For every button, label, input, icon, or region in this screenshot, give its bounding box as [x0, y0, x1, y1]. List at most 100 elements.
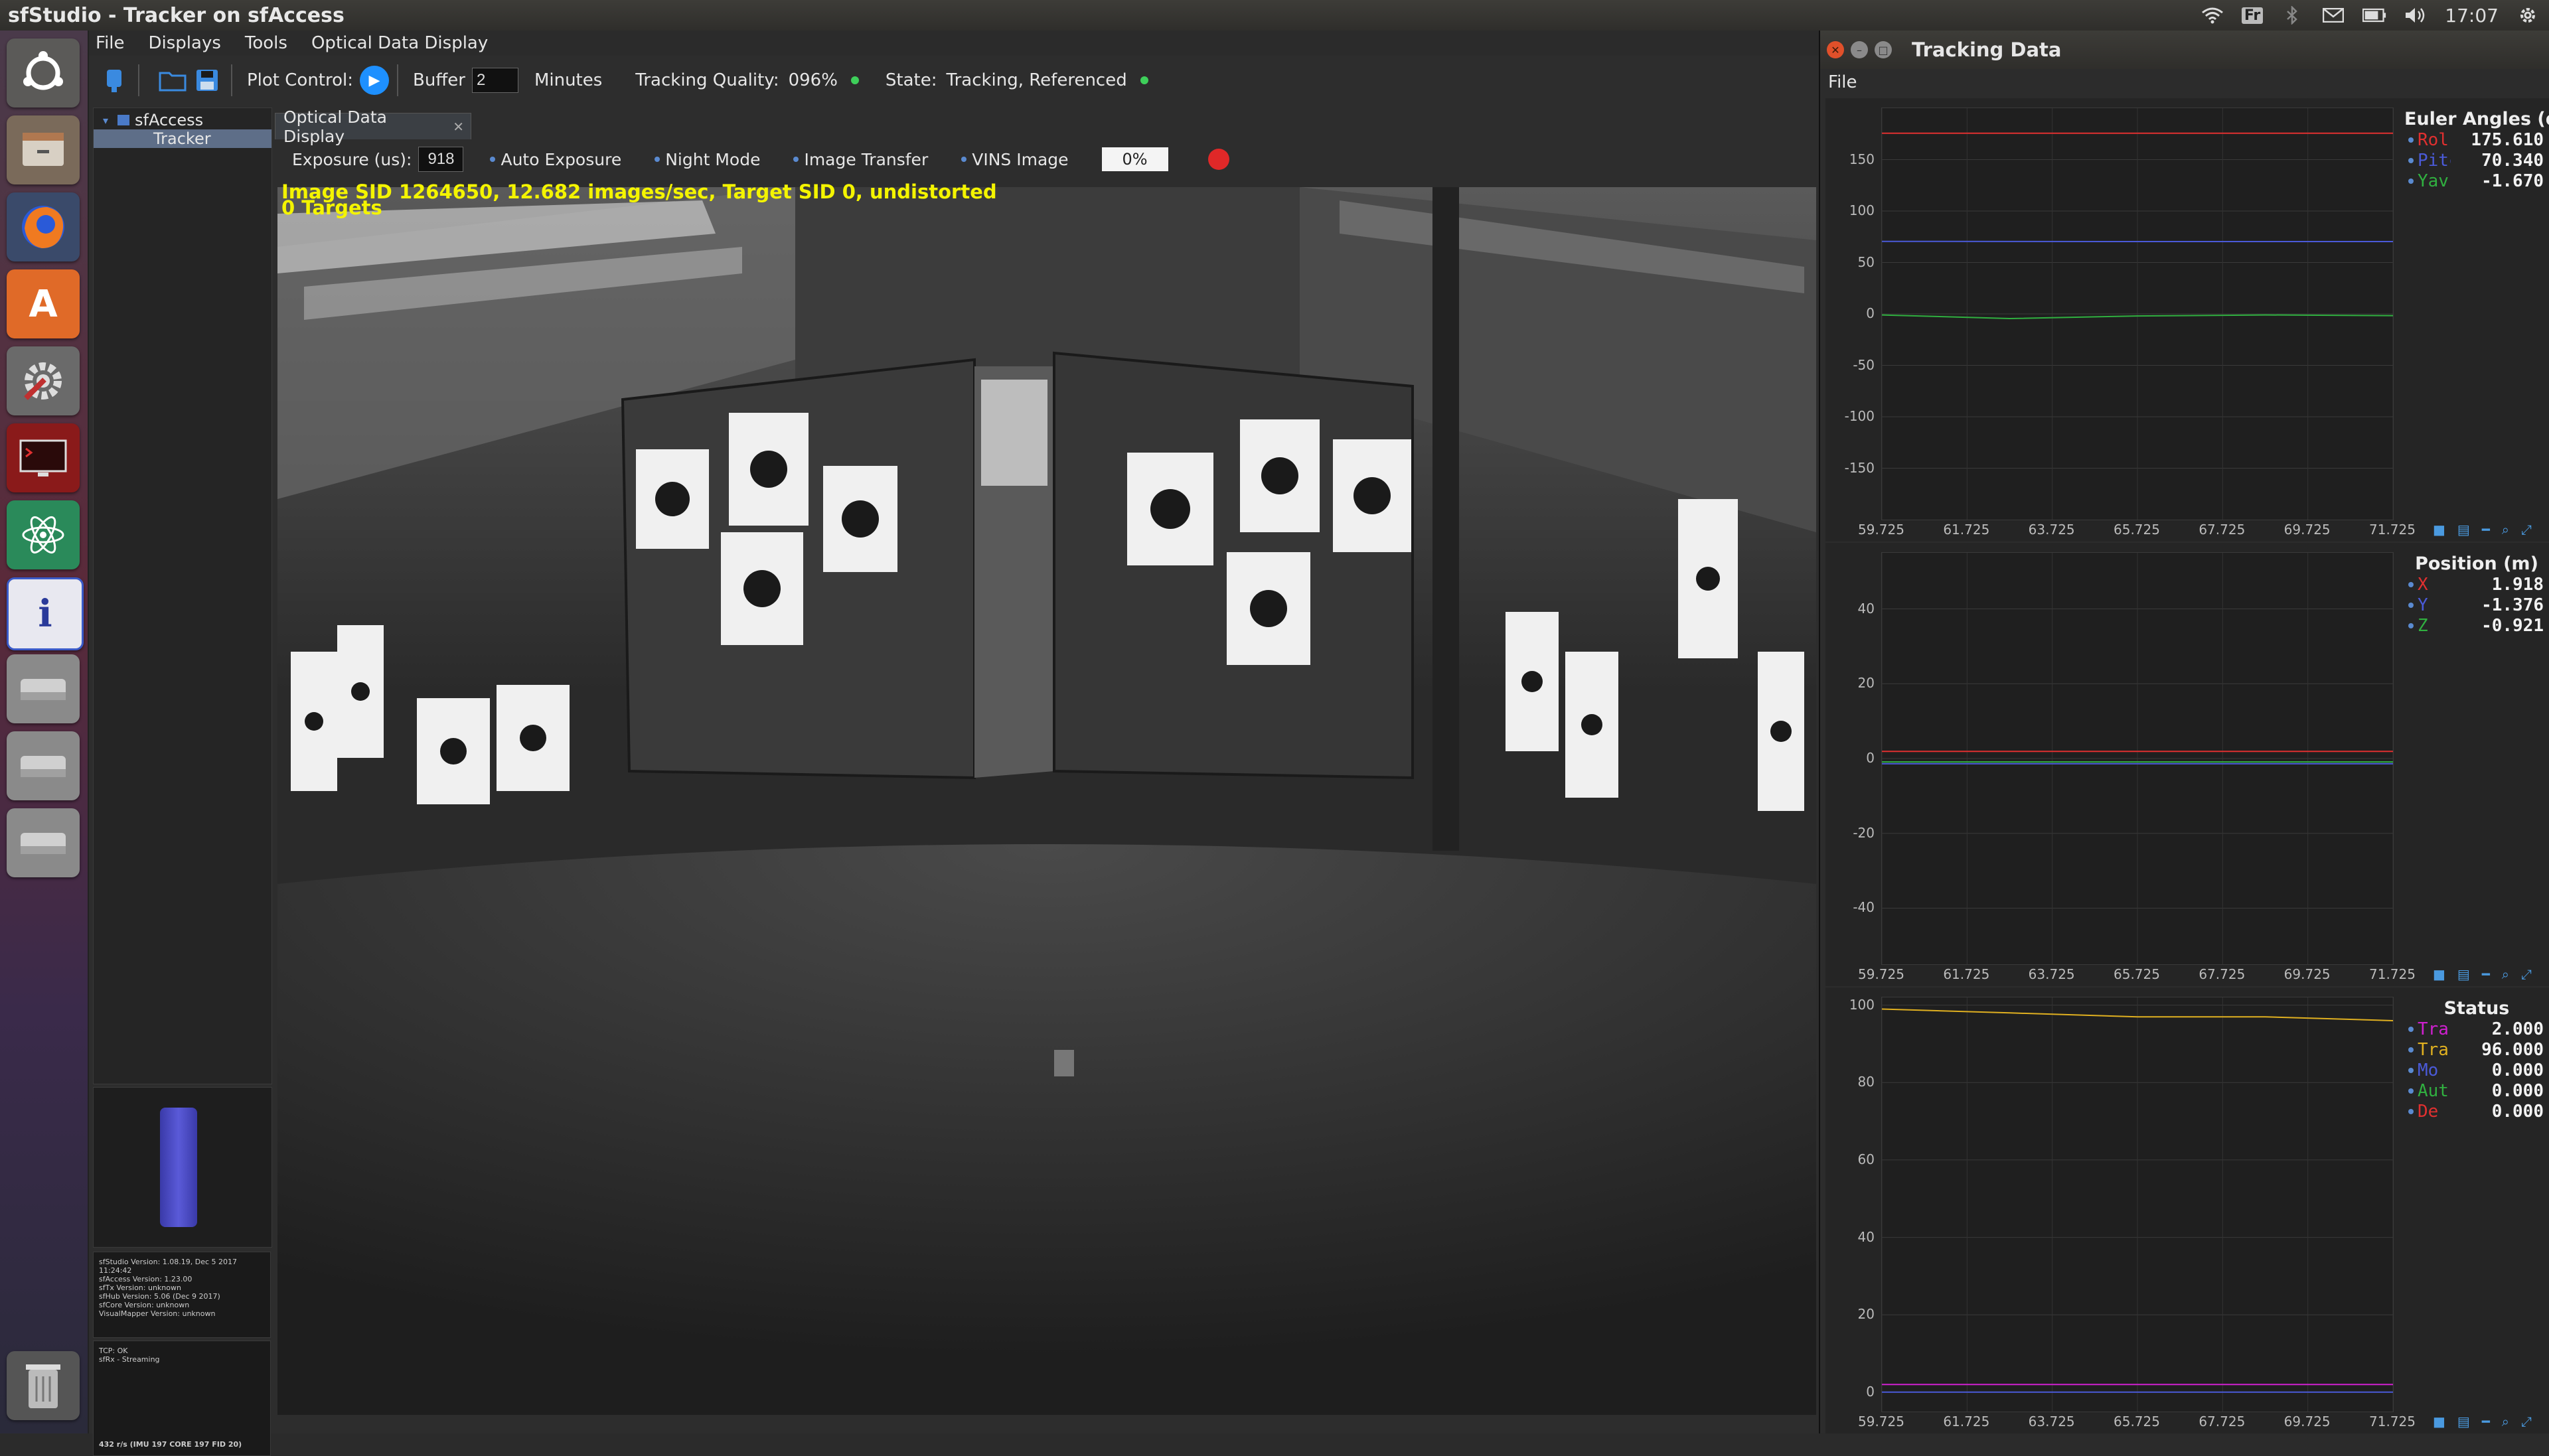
gear-icon[interactable]	[2516, 5, 2540, 25]
plot-tools: ■ ▤ ━ ⌕ ⤢	[2433, 522, 2532, 538]
plot-area[interactable]	[1881, 552, 2394, 965]
plot-minus-icon[interactable]: ━	[2482, 1414, 2490, 1429]
version-line: sfAccess Version: 1.23.00	[99, 1275, 265, 1283]
progress-indicator: 0%	[1102, 147, 1168, 171]
play-icon[interactable]: ▶	[360, 66, 389, 95]
ubuntu-dash-icon[interactable]	[7, 38, 80, 108]
y-tick-label: 100	[1828, 202, 1875, 218]
system-settings-icon[interactable]	[7, 346, 80, 415]
close-window-icon[interactable]: ✕	[1827, 41, 1844, 58]
atom-editor-icon[interactable]	[7, 500, 80, 569]
plot-fit-icon[interactable]: ⤢	[2521, 1414, 2532, 1429]
x-tick-label: 69.725	[2271, 966, 2344, 982]
connect-icon[interactable]	[98, 64, 130, 96]
open-folder-icon[interactable]	[157, 64, 189, 96]
tree-item-sfaccess[interactable]: ▾ sfAccess	[94, 111, 271, 129]
bluetooth-icon[interactable]	[2280, 5, 2304, 25]
y-tick-label: 0	[1828, 750, 1875, 766]
clock[interactable]: 17:07	[2445, 5, 2499, 27]
plot-save-icon[interactable]: ■	[2433, 966, 2445, 982]
tree-item-tracker[interactable]: Tracker	[94, 129, 271, 148]
auto-exposure-radio[interactable]: Auto Exposure	[490, 150, 621, 169]
vins-image-radio[interactable]: VINS Image	[961, 150, 1068, 169]
software-center-icon[interactable]: A	[7, 269, 80, 338]
legend-name: De	[2418, 1102, 2451, 1122]
exposure-input[interactable]	[418, 147, 463, 172]
tracking-quality-indicator	[851, 76, 859, 84]
legend-row[interactable]: Aut0.000	[2404, 1080, 2549, 1101]
radio-icon	[961, 157, 966, 162]
menu-optical-data-display[interactable]: Optical Data Display	[311, 33, 488, 53]
sfstudio-icon[interactable]: i	[7, 577, 84, 650]
firefox-icon[interactable]	[7, 192, 80, 261]
menu-tools[interactable]: Tools	[245, 33, 287, 53]
device-model-image	[160, 1108, 197, 1227]
y-tick-label: -150	[1828, 460, 1875, 476]
save-icon[interactable]	[191, 64, 223, 96]
legend-row[interactable]: Tra2.000	[2404, 1019, 2549, 1039]
terminal-monitor-icon[interactable]	[7, 423, 80, 492]
image-transfer-radio[interactable]: Image Transfer	[793, 150, 928, 169]
drive-1-icon[interactable]	[7, 654, 80, 723]
battery-icon[interactable]	[2362, 5, 2386, 25]
legend-row[interactable]: Y-1.376	[2404, 595, 2549, 615]
plot-print-icon[interactable]: ▤	[2457, 1414, 2470, 1429]
expand-arrow-icon[interactable]: ▾	[94, 114, 117, 127]
volume-icon[interactable]	[2404, 5, 2428, 25]
close-tab-icon[interactable]: ✕	[453, 119, 464, 135]
tab-optical-data-display[interactable]: Optical Data Display ✕	[275, 113, 471, 139]
plot-minus-icon[interactable]: ━	[2482, 522, 2490, 538]
legend-row[interactable]: Z-0.921	[2404, 615, 2549, 636]
position-plot: 40200-20-40 59.72561.72563.72565.72567.7…	[1825, 543, 2549, 986]
rate-status: 432 r/s (IMU 197 CORE 197 FID 20)	[99, 1440, 242, 1449]
x-tick-label: 61.725	[1930, 1414, 2003, 1429]
vins-image-label: VINS Image	[972, 150, 1068, 169]
record-button[interactable]	[1208, 149, 1229, 170]
image-transfer-label: Image Transfer	[804, 150, 928, 169]
version-line: 11:24:42	[99, 1266, 265, 1275]
maximize-window-icon[interactable]: □	[1875, 41, 1892, 58]
tree-label-sfaccess: sfAccess	[135, 111, 203, 129]
plot-print-icon[interactable]: ▤	[2457, 522, 2470, 538]
menu-displays[interactable]: Displays	[149, 33, 221, 53]
legend-row[interactable]: Rol175.610	[2404, 129, 2549, 150]
mail-icon[interactable]	[2321, 5, 2345, 25]
plot-title: Euler Angles (de	[2404, 109, 2549, 129]
plot-save-icon[interactable]: ■	[2433, 1414, 2445, 1429]
drive-3-icon[interactable]	[7, 808, 80, 877]
plot-area[interactable]	[1881, 997, 2394, 1412]
legend-row[interactable]: X1.918	[2404, 574, 2549, 595]
legend-row[interactable]: Tra96.000	[2404, 1039, 2549, 1060]
legend-row[interactable]: Yav-1.670	[2404, 171, 2549, 191]
menu-file[interactable]: File	[96, 33, 125, 53]
buffer-input[interactable]	[472, 68, 518, 93]
status-legend: Status Tra2.000Tra96.000Mo0.000Aut0.000D…	[2404, 994, 2549, 1122]
legend-row[interactable]: De0.000	[2404, 1101, 2549, 1122]
plot-zoom-icon[interactable]: ⌕	[2502, 966, 2509, 982]
x-tick-label: 59.725	[1845, 1414, 1918, 1429]
plot-zoom-icon[interactable]: ⌕	[2502, 522, 2509, 538]
drive-2-icon[interactable]	[7, 731, 80, 800]
legend-row[interactable]: Mo0.000	[2404, 1060, 2549, 1080]
plot-zoom-icon[interactable]: ⌕	[2502, 1414, 2509, 1429]
legend-row[interactable]: Pitc70.340	[2404, 150, 2549, 171]
plot-control-label: Plot Control:	[247, 70, 353, 90]
toolbar-separator	[231, 64, 232, 96]
plot-fit-icon[interactable]: ⤢	[2521, 966, 2532, 982]
wifi-icon[interactable]	[2201, 5, 2224, 25]
status-plot: 100806040200 59.72561.72563.72565.72567.…	[1825, 987, 2549, 1433]
x-tick-label: 67.725	[2185, 522, 2258, 538]
minimize-window-icon[interactable]: –	[1851, 41, 1868, 58]
plot-fit-icon[interactable]: ⤢	[2521, 522, 2532, 538]
plot-print-icon[interactable]: ▤	[2457, 966, 2470, 982]
version-line: sfHub Version: 5.06 (Dec 9 2017)	[99, 1292, 265, 1301]
plot-area[interactable]	[1881, 108, 2394, 520]
night-mode-radio[interactable]: Night Mode	[655, 150, 760, 169]
tracking-menu-file[interactable]: File	[1828, 69, 1857, 96]
trash-icon[interactable]	[7, 1351, 80, 1420]
plot-minus-icon[interactable]: ━	[2482, 966, 2490, 982]
plot-save-icon[interactable]: ■	[2433, 522, 2445, 538]
legend-name: Yav	[2418, 171, 2451, 191]
keyboard-layout-indicator[interactable]: Fr	[2242, 7, 2263, 24]
files-icon[interactable]	[7, 115, 80, 184]
